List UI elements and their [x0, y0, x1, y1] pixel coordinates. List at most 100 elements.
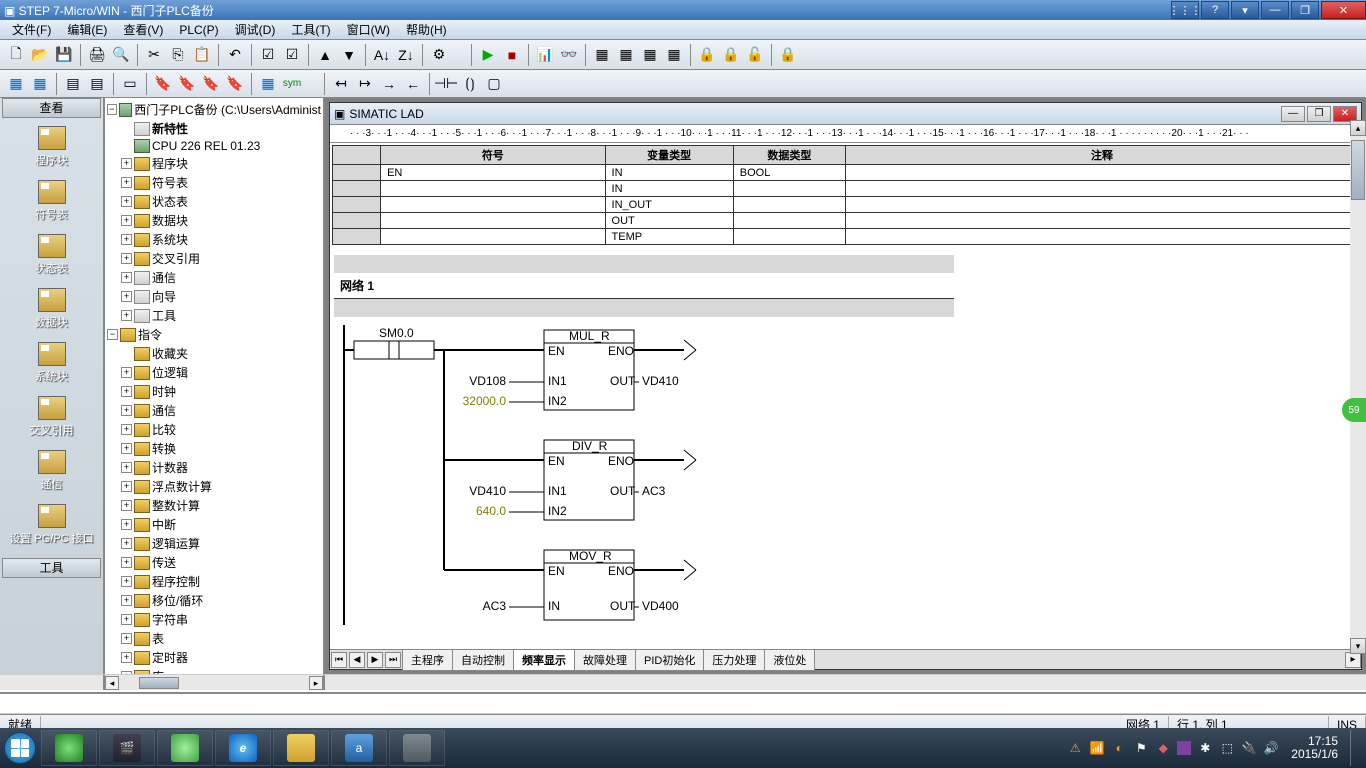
sidebar-item-status-table[interactable]: 状态表 [0, 230, 103, 284]
close-button[interactable]: ✕ [1321, 1, 1366, 19]
contact-icon[interactable]: ⊣⊢ [435, 73, 457, 95]
paste-icon[interactable]: 📋 [191, 44, 213, 66]
force2-icon[interactable]: 🔒 [720, 44, 742, 66]
expand-icon[interactable]: + [121, 310, 132, 321]
tree-cpu[interactable]: CPU 226 REL 01.23 [107, 138, 321, 154]
network-label[interactable]: 网络 1 [334, 273, 954, 299]
tab-auto[interactable]: 自动控制 [452, 649, 514, 671]
tree-instr-compare[interactable]: +比较 [107, 420, 321, 439]
tree-status-table[interactable]: +状态表 [107, 192, 321, 211]
expand-icon[interactable]: + [121, 443, 132, 454]
sidebar-item-program-block[interactable]: 程序块 [0, 122, 103, 176]
sidebar-item-pgpc[interactable]: 设置 PG/PC 接口 [0, 500, 103, 554]
tree-favorites[interactable]: 收藏夹 [107, 344, 321, 363]
scroll-thumb[interactable] [1351, 140, 1365, 200]
tab-pressure[interactable]: 压力处理 [703, 649, 765, 671]
wifi-icon[interactable]: ⚠ [1067, 740, 1083, 756]
tree-symbol-table[interactable]: +符号表 [107, 173, 321, 192]
menu-plc[interactable]: PLC(P) [171, 21, 226, 39]
tree-wizard[interactable]: +向导 [107, 287, 321, 306]
cut-icon[interactable]: ✂ [143, 44, 165, 66]
insert-down-icon[interactable]: ← [402, 73, 424, 95]
box-icon[interactable]: ▢ [483, 73, 505, 95]
save-icon[interactable]: 💾 [53, 44, 75, 66]
options-icon[interactable]: ⚙ [428, 44, 450, 66]
col-symbol[interactable]: 符号 [381, 146, 605, 165]
sidebar-item-system-block[interactable]: 系统块 [0, 338, 103, 392]
tree-instructions[interactable]: −指令 [107, 325, 321, 344]
tab-fault[interactable]: 故障处理 [574, 649, 636, 671]
menu-edit[interactable]: 编辑(E) [59, 19, 115, 40]
scroll-down-button[interactable]: ▾ [1350, 638, 1366, 654]
sort-desc-icon[interactable]: Z↓ [395, 44, 417, 66]
tree-instr-program[interactable]: +程序控制 [107, 572, 321, 591]
tray-1-icon[interactable]: ◐ [1111, 740, 1127, 756]
tree-instr-string[interactable]: +字符串 [107, 610, 321, 629]
editor-minimize-button[interactable]: — [1281, 106, 1305, 122]
start-button[interactable] [0, 728, 40, 768]
sidebar-item-symbol-table[interactable]: 符号表 [0, 176, 103, 230]
sidebar-item-data-block[interactable]: 数据块 [0, 284, 103, 338]
tree-instr-clock[interactable]: +时钟 [107, 382, 321, 401]
bluetooth-icon[interactable]: ✱ [1197, 740, 1213, 756]
bookmark-clear-icon[interactable]: 🔖 [224, 73, 246, 95]
tab-scroll-track[interactable] [818, 653, 1345, 667]
tab-main[interactable]: 主程序 [402, 649, 453, 671]
tree-instr-shift[interactable]: +移位/循环 [107, 591, 321, 610]
expand-icon[interactable]: + [121, 462, 132, 473]
expand-icon[interactable]: + [121, 405, 132, 416]
open-icon[interactable]: 📂 [29, 44, 51, 66]
expand-icon[interactable]: + [121, 595, 132, 606]
col-vartype[interactable]: 变量类型 [605, 146, 733, 165]
expand-icon[interactable]: + [121, 633, 132, 644]
chart-icon[interactable]: 👓 [558, 44, 580, 66]
tree-instr-timer[interactable]: +定时器 [107, 648, 321, 667]
menu-debug[interactable]: 调试(D) [227, 19, 284, 40]
project-tree[interactable]: −西门子PLC备份 (C:\Users\Administ 新特性 CPU 226… [105, 98, 325, 674]
tree-instr-counter[interactable]: +计数器 [107, 458, 321, 477]
taskbar-explorer[interactable] [273, 730, 329, 766]
network-icon[interactable]: ▦ [257, 73, 279, 95]
sort-asc-icon[interactable]: A↓ [371, 44, 393, 66]
tree-tools[interactable]: +工具 [107, 306, 321, 325]
expand-icon[interactable]: + [121, 291, 132, 302]
maximize-button[interactable]: ❐ [1291, 1, 1319, 19]
menu-tools[interactable]: 工具(T) [283, 19, 338, 40]
table-row[interactable]: IN [333, 181, 1359, 197]
insert-right-icon[interactable]: ↦ [354, 73, 376, 95]
tray-3-icon[interactable] [1177, 741, 1191, 755]
tree-instr-float[interactable]: +浮点数计算 [107, 477, 321, 496]
taskbar-app-3[interactable] [157, 730, 213, 766]
tree-program-block[interactable]: +程序块 [107, 154, 321, 173]
variable-table[interactable]: 符号 变量类型 数据类型 注释 ENINBOOL IN IN_OUT OUT T… [332, 145, 1359, 245]
copy-icon[interactable]: ⎘ [167, 44, 189, 66]
undo-icon[interactable]: ↶ [224, 44, 246, 66]
bookmark-next-icon[interactable]: 🔖 [176, 73, 198, 95]
expand-icon[interactable]: + [121, 367, 132, 378]
flag-icon[interactable]: ⚑ [1133, 740, 1149, 756]
symbol-table-icon[interactable]: ▤ [62, 73, 84, 95]
tab-pid[interactable]: PID初始化 [635, 649, 704, 671]
table-row[interactable]: OUT [333, 213, 1359, 229]
tree-instr-convert[interactable]: +转换 [107, 439, 321, 458]
expand-icon[interactable]: + [121, 177, 132, 188]
expand-icon[interactable]: + [121, 272, 132, 283]
bookmark-icon[interactable]: ▭ [119, 73, 141, 95]
menu-view[interactable]: 查看(V) [115, 19, 171, 40]
network-comment-bar[interactable] [334, 299, 954, 317]
compile-icon[interactable]: ☑ [257, 44, 279, 66]
taskbar-app-2[interactable]: 🎬 [99, 730, 155, 766]
tree-system-block[interactable]: +系统块 [107, 230, 321, 249]
expand-icon[interactable]: + [121, 652, 132, 663]
insert-left-icon[interactable]: ↤ [330, 73, 352, 95]
help-panel-button[interactable]: ⋮⋮⋮ [1171, 1, 1199, 19]
tree-new-feature[interactable]: 新特性 [107, 119, 321, 138]
table-row[interactable]: ENINBOOL [333, 165, 1359, 181]
new-icon[interactable]: 🗋 [5, 44, 27, 66]
expand-icon[interactable]: + [121, 557, 132, 568]
net-grid2-icon[interactable]: ▦ [29, 73, 51, 95]
run-icon[interactable]: ▶ [477, 44, 499, 66]
tray-2-icon[interactable]: ◆ [1155, 740, 1171, 756]
editor-vscrollbar[interactable]: ▴ ▾ [1350, 120, 1366, 654]
expand-icon[interactable]: + [121, 671, 132, 674]
